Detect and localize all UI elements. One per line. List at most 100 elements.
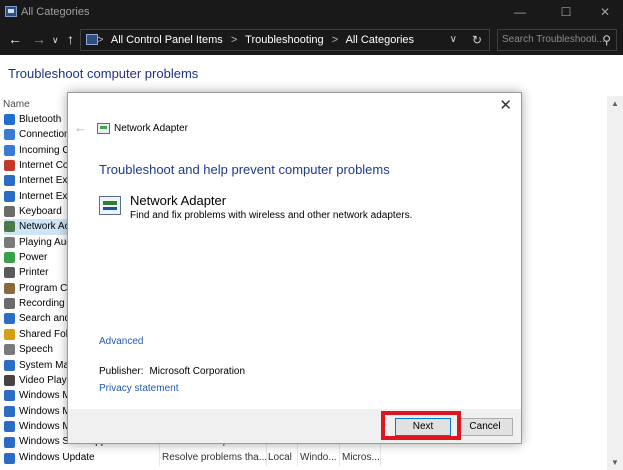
list-item-label: Keyboard	[19, 206, 62, 218]
list-item-label: Program Co	[19, 282, 68, 294]
list-item[interactable]: System Mai	[4, 358, 68, 373]
breadcrumb-separator: >	[230, 34, 238, 46]
advanced-link[interactable]: Advanced	[99, 336, 143, 347]
search-placeholder: Search Troubleshooti...	[502, 34, 605, 45]
address-dropdown-chevron-icon[interactable]: ∨	[450, 30, 457, 50]
privacy-statement-link[interactable]: Privacy statement	[99, 383, 178, 394]
list-item[interactable]: Keyboard	[4, 204, 68, 219]
troubleshooter-icon	[4, 344, 15, 356]
breadcrumb-all-control-panel-items[interactable]: All Control Panel Items	[111, 34, 223, 46]
list-item[interactable]: Windows M	[4, 404, 68, 419]
maximize-button[interactable]: ☐	[546, 3, 586, 21]
troubleshooter-icon	[4, 267, 15, 279]
troubleshooter-list: Bluetooth Connection Incoming C Internet Co…	[4, 112, 68, 434]
page-title: Troubleshoot computer problems	[8, 66, 199, 81]
list-item[interactable]: Network Ac	[4, 219, 68, 235]
list-item[interactable]: Bluetooth	[4, 112, 68, 127]
list-item-label: Internet Exp	[19, 175, 68, 187]
list-item[interactable]: Internet Exp	[4, 173, 68, 188]
table-cell-loc: Local	[268, 452, 292, 463]
forward-arrow-icon[interactable]: →	[32, 31, 46, 47]
recent-locations-chevron-icon[interactable]: ∨	[52, 32, 59, 48]
publisher-label: Publisher:	[99, 366, 144, 377]
troubleshooter-item-description: Find and fix problems with wireless and …	[130, 210, 413, 221]
minimize-button[interactable]: —	[500, 3, 540, 21]
list-item-label: Internet Exp	[19, 190, 68, 202]
list-item-label: Windows M	[19, 390, 68, 402]
troubleshooter-icon	[4, 190, 15, 202]
search-icon[interactable]: ⚲	[602, 30, 611, 50]
list-item-label: Playing Aud	[19, 236, 68, 248]
list-item-label: Video Playb	[19, 374, 68, 386]
list-item[interactable]: Playing Aud	[4, 235, 68, 250]
list-item-label: Shared Fold	[19, 328, 68, 340]
list-item[interactable]: Shared Fold	[4, 327, 68, 342]
list-item[interactable]: Internet Exp	[4, 189, 68, 204]
troubleshooter-dialog: ✕ ← Network Adapter Troubleshoot and hel…	[67, 92, 522, 444]
list-item[interactable]: Program Co	[4, 281, 68, 296]
troubleshooter-icon	[4, 328, 15, 340]
troubleshooter-icon	[4, 129, 15, 141]
search-input[interactable]: Search Troubleshooti... ⚲	[497, 29, 617, 51]
list-item-label: Network Ac	[19, 221, 68, 233]
up-arrow-icon[interactable]: ↑	[67, 31, 74, 47]
column-divider	[339, 450, 340, 466]
breadcrumb-troubleshooting[interactable]: Troubleshooting	[245, 34, 323, 46]
troubleshooter-icon	[4, 374, 15, 386]
network-adapter-icon	[99, 196, 121, 215]
troubleshooter-item-title: Network Adapter	[130, 193, 227, 208]
list-item-label: Speech	[19, 344, 53, 356]
dialog-back-arrow-icon[interactable]: ←	[74, 120, 87, 135]
troubleshooter-icon	[4, 236, 15, 248]
close-window-button[interactable]: ✕	[585, 3, 623, 21]
list-item[interactable]: Search and	[4, 311, 68, 326]
troubleshooter-icon	[4, 206, 15, 218]
list-item-label: Bluetooth	[19, 114, 62, 125]
troubleshooter-icon	[4, 405, 15, 417]
list-item[interactable]: Video Playb	[4, 373, 68, 388]
table-cell-desc: Resolve problems tha...	[162, 452, 268, 463]
list-item-label: Internet Cor	[19, 160, 68, 172]
list-item[interactable]: Internet Cor	[4, 158, 68, 173]
list-item[interactable]: Windows M	[4, 419, 68, 434]
troubleshooter-icon	[4, 453, 15, 464]
list-item-label: Windows M	[19, 420, 68, 432]
column-header-name[interactable]: Name	[3, 99, 30, 110]
list-item[interactable]: Printer	[4, 265, 68, 280]
troubleshooter-icon	[4, 252, 15, 264]
troubleshooter-icon	[4, 160, 15, 172]
table-cell-name: Windows Update	[19, 452, 95, 463]
list-item[interactable]: Recording A	[4, 296, 68, 311]
list-item-label: Incoming C	[19, 144, 68, 156]
list-item[interactable]: Incoming C	[4, 143, 68, 158]
list-item-label: Printer	[19, 267, 49, 279]
control-panel-icon	[86, 34, 98, 45]
list-item[interactable]: Connection	[4, 127, 68, 142]
troubleshooter-icon	[4, 390, 15, 402]
publisher-info: Publisher: Microsoft Corporation	[99, 366, 245, 377]
troubleshooter-icon	[4, 282, 15, 294]
back-arrow-icon[interactable]: ←	[8, 31, 22, 47]
list-item-label: Power	[19, 252, 48, 264]
scroll-up-arrow-icon[interactable]: ▲	[611, 99, 619, 108]
list-item[interactable]: Windows M	[4, 388, 68, 403]
scroll-down-arrow-icon[interactable]: ▼	[611, 458, 619, 467]
refresh-icon[interactable]: ↻	[472, 30, 482, 50]
troubleshooter-icon	[4, 313, 15, 325]
list-item[interactable]: Power	[4, 250, 68, 265]
table-cell-cat: Windo...	[300, 452, 337, 463]
troubleshooter-icon	[4, 298, 15, 310]
dialog-close-icon[interactable]: ✕	[499, 96, 512, 114]
list-item-label: System Mai	[19, 359, 68, 371]
address-bar[interactable]: > All Control Panel Items > Troubleshoot…	[80, 29, 490, 51]
troubleshooter-icon	[4, 144, 15, 156]
vertical-scrollbar[interactable]: ▲ ▼	[607, 96, 623, 470]
cancel-button[interactable]: Cancel	[457, 418, 513, 436]
list-item[interactable]: Speech	[4, 342, 68, 357]
table-cell-pub: Micros...	[342, 452, 380, 463]
column-divider	[266, 450, 267, 466]
troubleshooter-icon	[4, 221, 15, 233]
table-row[interactable]: Windows Update Resolve problems tha... Loc…	[4, 450, 404, 466]
breadcrumb-separator: >	[331, 34, 339, 46]
breadcrumb-all-categories[interactable]: All Categories	[346, 34, 414, 46]
